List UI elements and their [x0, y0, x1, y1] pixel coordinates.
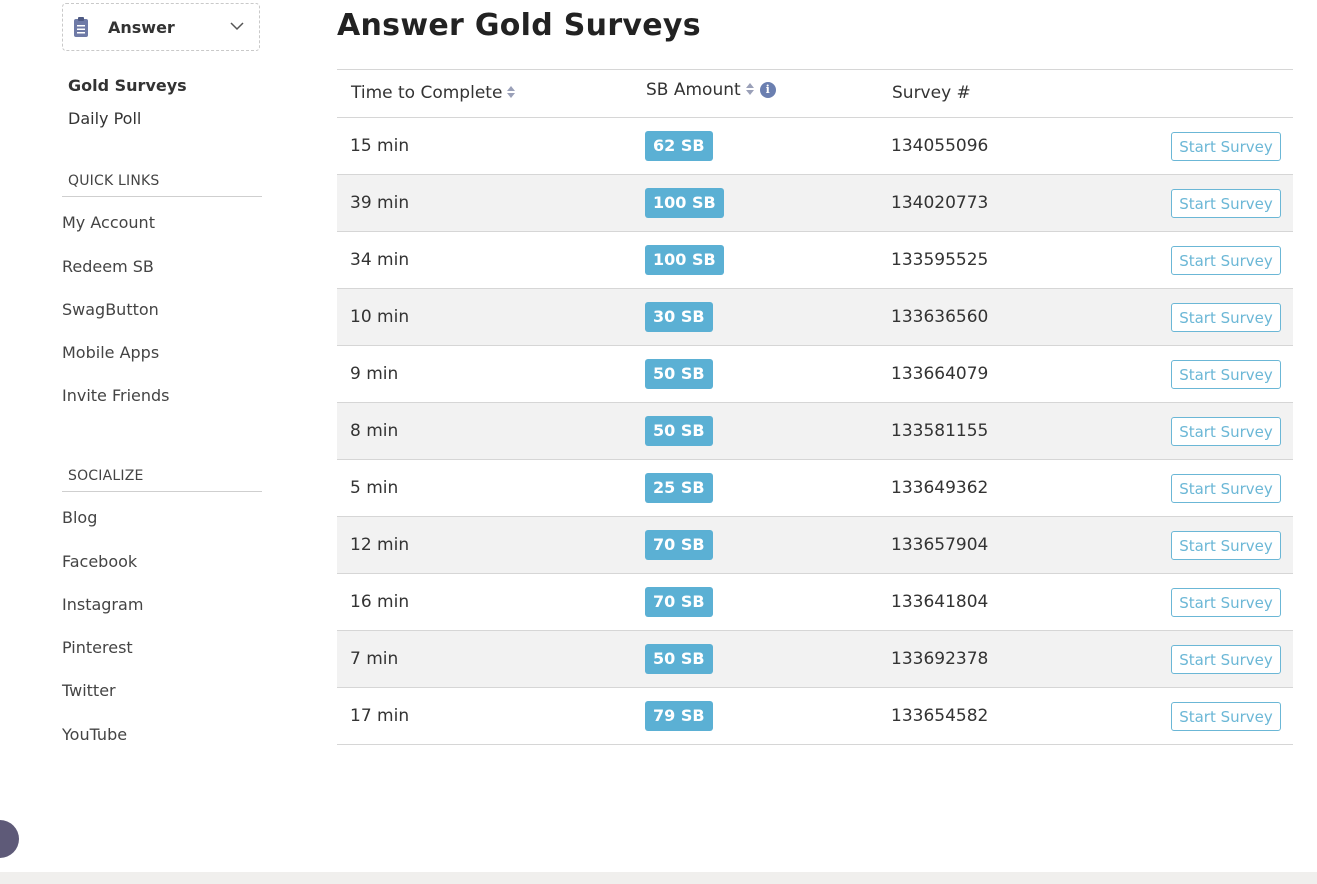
survey-number: 133641804: [891, 592, 989, 612]
column-label: SB Amount: [646, 80, 741, 100]
sidebar-item-gold-surveys[interactable]: Gold Surveys: [68, 76, 187, 95]
survey-number: 133595525: [891, 250, 989, 270]
page-title: Answer Gold Surveys: [337, 8, 701, 43]
sidebar-item-daily-poll[interactable]: Daily Poll: [68, 109, 141, 128]
accessibility-icon[interactable]: [0, 820, 19, 858]
survey-number: 133636560: [891, 307, 989, 327]
survey-number: 133654582: [891, 706, 989, 726]
clipboard-icon: [74, 17, 88, 37]
social-link-blog[interactable]: Blog: [62, 508, 97, 527]
table-row: 12 min 70 SB 133657904 Start Survey: [337, 517, 1293, 574]
sb-amount-badge: 100 SB: [645, 245, 724, 275]
sb-amount-badge: 50 SB: [645, 359, 713, 389]
sb-amount-badge: 25 SB: [645, 473, 713, 503]
info-icon[interactable]: i: [759, 82, 776, 98]
sb-amount-badge: 79 SB: [645, 701, 713, 731]
table-body: 15 min 62 SB 134055096 Start Survey 39 min 10…: [337, 118, 1293, 745]
dropdown-label: Answer: [108, 18, 175, 37]
column-sb-amount[interactable]: SB Amount i: [646, 80, 776, 100]
social-link-youtube[interactable]: YouTube: [62, 725, 127, 744]
sb-amount-badge: 70 SB: [645, 530, 713, 560]
survey-number: 133664079: [891, 364, 989, 384]
social-link-twitter[interactable]: Twitter: [62, 681, 116, 700]
start-survey-button[interactable]: Start Survey: [1171, 132, 1281, 161]
socialize-heading: SOCIALIZE: [62, 468, 262, 492]
survey-number: 133649362: [891, 478, 989, 498]
column-label: Survey #: [892, 83, 971, 103]
quick-link-invite-friends[interactable]: Invite Friends: [62, 386, 170, 405]
time-to-complete: 16 min: [350, 592, 410, 612]
footer: [0, 872, 1317, 884]
sb-amount-badge: 70 SB: [645, 587, 713, 617]
sb-amount-badge: 62 SB: [645, 131, 713, 161]
start-survey-button[interactable]: Start Survey: [1171, 417, 1281, 446]
start-survey-button[interactable]: Start Survey: [1171, 645, 1281, 674]
table-row: 8 min 50 SB 133581155 Start Survey: [337, 403, 1293, 460]
start-survey-button[interactable]: Start Survey: [1171, 246, 1281, 275]
time-to-complete: 12 min: [350, 535, 410, 555]
social-link-facebook[interactable]: Facebook: [62, 552, 137, 571]
start-survey-button[interactable]: Start Survey: [1171, 588, 1281, 617]
social-link-pinterest[interactable]: Pinterest: [62, 638, 133, 657]
column-time-to-complete[interactable]: Time to Complete: [351, 83, 516, 103]
start-survey-button[interactable]: Start Survey: [1171, 702, 1281, 731]
quick-link-mobile-apps[interactable]: Mobile Apps: [62, 343, 159, 362]
table-row: 39 min 100 SB 134020773 Start Survey: [337, 175, 1293, 232]
survey-number: 133692378: [891, 649, 989, 669]
start-survey-button[interactable]: Start Survey: [1171, 474, 1281, 503]
social-link-instagram[interactable]: Instagram: [62, 595, 143, 614]
quick-link-redeem-sb[interactable]: Redeem SB: [62, 257, 154, 276]
time-to-complete: 17 min: [350, 706, 410, 726]
time-to-complete: 10 min: [350, 307, 410, 327]
table-row: 5 min 25 SB 133649362 Start Survey: [337, 460, 1293, 517]
time-to-complete: 9 min: [350, 364, 399, 384]
quick-link-swagbutton[interactable]: SwagButton: [62, 300, 159, 319]
table-row: 10 min 30 SB 133636560 Start Survey: [337, 289, 1293, 346]
sort-icon[interactable]: [745, 83, 754, 95]
time-to-complete: 34 min: [350, 250, 410, 270]
sb-amount-badge: 30 SB: [645, 302, 713, 332]
start-survey-button[interactable]: Start Survey: [1171, 360, 1281, 389]
sb-amount-badge: 100 SB: [645, 188, 724, 218]
table-row: 17 min 79 SB 133654582 Start Survey: [337, 688, 1293, 745]
quick-links-heading-label: QUICK LINKS: [68, 173, 160, 189]
start-survey-button[interactable]: Start Survey: [1171, 531, 1281, 560]
socialize-heading-label: SOCIALIZE: [68, 468, 144, 484]
sb-amount-badge: 50 SB: [645, 644, 713, 674]
table-row: 15 min 62 SB 134055096 Start Survey: [337, 118, 1293, 175]
surveys-table: Time to Complete SB Amount i Survey # 15…: [337, 69, 1293, 745]
table-row: 16 min 70 SB 133641804 Start Survey: [337, 574, 1293, 631]
column-label: Time to Complete: [351, 83, 503, 103]
quick-links-heading: QUICK LINKS: [62, 173, 262, 197]
column-survey-number: Survey #: [892, 83, 971, 103]
table-row: 7 min 50 SB 133692378 Start Survey: [337, 631, 1293, 688]
table-row: 34 min 100 SB 133595525 Start Survey: [337, 232, 1293, 289]
survey-number: 133581155: [891, 421, 989, 441]
survey-number: 134055096: [891, 136, 989, 156]
section-dropdown[interactable]: Answer: [62, 3, 260, 51]
chevron-down-icon: [230, 22, 244, 31]
quick-link-my-account[interactable]: My Account: [62, 213, 155, 232]
start-survey-button[interactable]: Start Survey: [1171, 189, 1281, 218]
time-to-complete: 15 min: [350, 136, 410, 156]
table-header: Time to Complete SB Amount i Survey #: [337, 70, 1293, 118]
table-row: 9 min 50 SB 133664079 Start Survey: [337, 346, 1293, 403]
sb-amount-badge: 50 SB: [645, 416, 713, 446]
survey-number: 133657904: [891, 535, 989, 555]
time-to-complete: 8 min: [350, 421, 399, 441]
survey-number: 134020773: [891, 193, 989, 213]
sort-icon[interactable]: [507, 86, 516, 98]
time-to-complete: 39 min: [350, 193, 410, 213]
time-to-complete: 5 min: [350, 478, 399, 498]
start-survey-button[interactable]: Start Survey: [1171, 303, 1281, 332]
time-to-complete: 7 min: [350, 649, 399, 669]
